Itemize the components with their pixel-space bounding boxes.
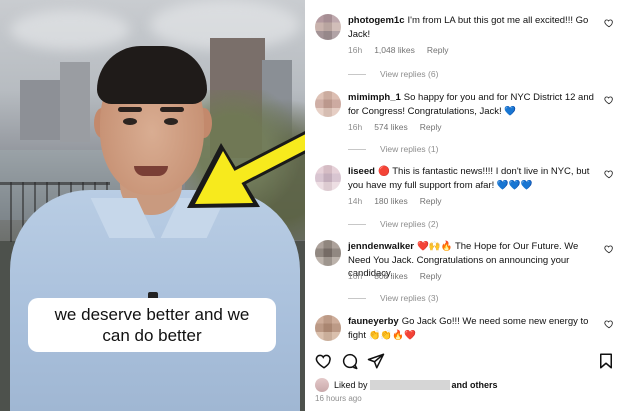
view-replies-label: View replies (1): [380, 144, 439, 154]
comment-text: mimimph_1 So happy for you and for NYC Di…: [348, 91, 598, 118]
comment-time: 16h: [348, 45, 363, 55]
view-replies-label: View replies (6): [380, 69, 439, 79]
comment-text: liseed 🔴 This is fantastic news!!!! I don…: [348, 165, 598, 192]
video-frame[interactable]: we deserve better and we can do better: [0, 0, 305, 411]
comment-message: 🔴 This is fantastic news!!!! I don't liv…: [348, 166, 590, 191]
comment-meta: 16h 1,048 likes Reply: [348, 45, 461, 55]
comment-meta: 14h 180 likes Reply: [348, 196, 453, 206]
avatar[interactable]: [315, 91, 341, 117]
comment-time: 16h: [348, 122, 363, 132]
comment-time: 16h: [348, 271, 363, 281]
heart-icon[interactable]: [604, 95, 614, 105]
heart-icon[interactable]: [604, 244, 614, 254]
comment-username[interactable]: fauneyerby: [348, 316, 399, 327]
heart-icon[interactable]: [315, 352, 333, 370]
post-timestamp: 16 hours ago: [315, 394, 362, 403]
comment-likes[interactable]: 574 likes: [374, 122, 408, 132]
mouth: [134, 166, 168, 176]
avatar[interactable]: [315, 315, 341, 341]
view-replies-button[interactable]: View replies (3): [348, 293, 438, 303]
comment-text: fauneyerby Go Jack Go!!! We need some new…: [348, 315, 598, 342]
eyebrow: [160, 107, 184, 112]
divider: [348, 223, 366, 225]
comment-likes[interactable]: 808 likes: [374, 271, 408, 281]
comment-likes[interactable]: 180 likes: [374, 196, 408, 206]
post-actions: [305, 348, 620, 374]
avatar[interactable]: [315, 14, 341, 40]
caption-line: can do better: [102, 326, 202, 345]
view-replies-button[interactable]: View replies (1): [348, 144, 438, 154]
comment-username[interactable]: liseed: [348, 166, 375, 177]
divider: [348, 73, 366, 75]
heart-icon[interactable]: [604, 319, 614, 329]
video-caption: we deserve better and we can do better: [28, 298, 276, 352]
liked-by: Liked by and others: [315, 378, 498, 392]
reply-button[interactable]: Reply: [427, 45, 449, 55]
avatar[interactable]: [315, 165, 341, 191]
comment-username[interactable]: photogem1c: [348, 15, 404, 26]
avatar[interactable]: [315, 378, 329, 392]
reply-button[interactable]: Reply: [420, 122, 442, 132]
comment-text: photogem1c I'm from LA but this got me al…: [348, 14, 598, 41]
divider: [348, 148, 366, 150]
eye: [123, 118, 137, 125]
blurred-username[interactable]: [369, 380, 450, 390]
hair: [97, 46, 207, 104]
comment-username[interactable]: mimimph_1: [348, 92, 401, 103]
comment-username[interactable]: jenndenwalker: [348, 241, 414, 252]
comment-time: 14h: [348, 196, 363, 206]
bookmark-icon[interactable]: [597, 352, 615, 370]
divider: [348, 297, 366, 299]
comment-meta: 16h 574 likes Reply: [348, 122, 453, 132]
reply-button[interactable]: Reply: [420, 271, 442, 281]
comments-panel: photogem1c I'm from LA but this got me al…: [305, 0, 620, 411]
comment-icon[interactable]: [341, 352, 359, 370]
paper-plane-icon[interactable]: [367, 352, 385, 370]
heart-icon[interactable]: [604, 18, 614, 28]
liked-by-prefix: Liked by: [334, 380, 368, 390]
view-replies-label: View replies (2): [380, 219, 439, 229]
comment-likes[interactable]: 1,048 likes: [374, 45, 415, 55]
eyebrow: [118, 107, 142, 112]
view-replies-button[interactable]: View replies (6): [348, 69, 438, 79]
view-replies-label: View replies (3): [380, 293, 439, 303]
avatar[interactable]: [315, 240, 341, 266]
reply-button[interactable]: Reply: [420, 196, 442, 206]
liked-by-others[interactable]: and others: [452, 380, 498, 390]
heart-icon[interactable]: [604, 169, 614, 179]
caption-line: we deserve better and we: [54, 305, 250, 324]
comment-meta: 16h 808 likes Reply: [348, 271, 453, 281]
view-replies-button[interactable]: View replies (2): [348, 219, 438, 229]
eye: [164, 118, 178, 125]
